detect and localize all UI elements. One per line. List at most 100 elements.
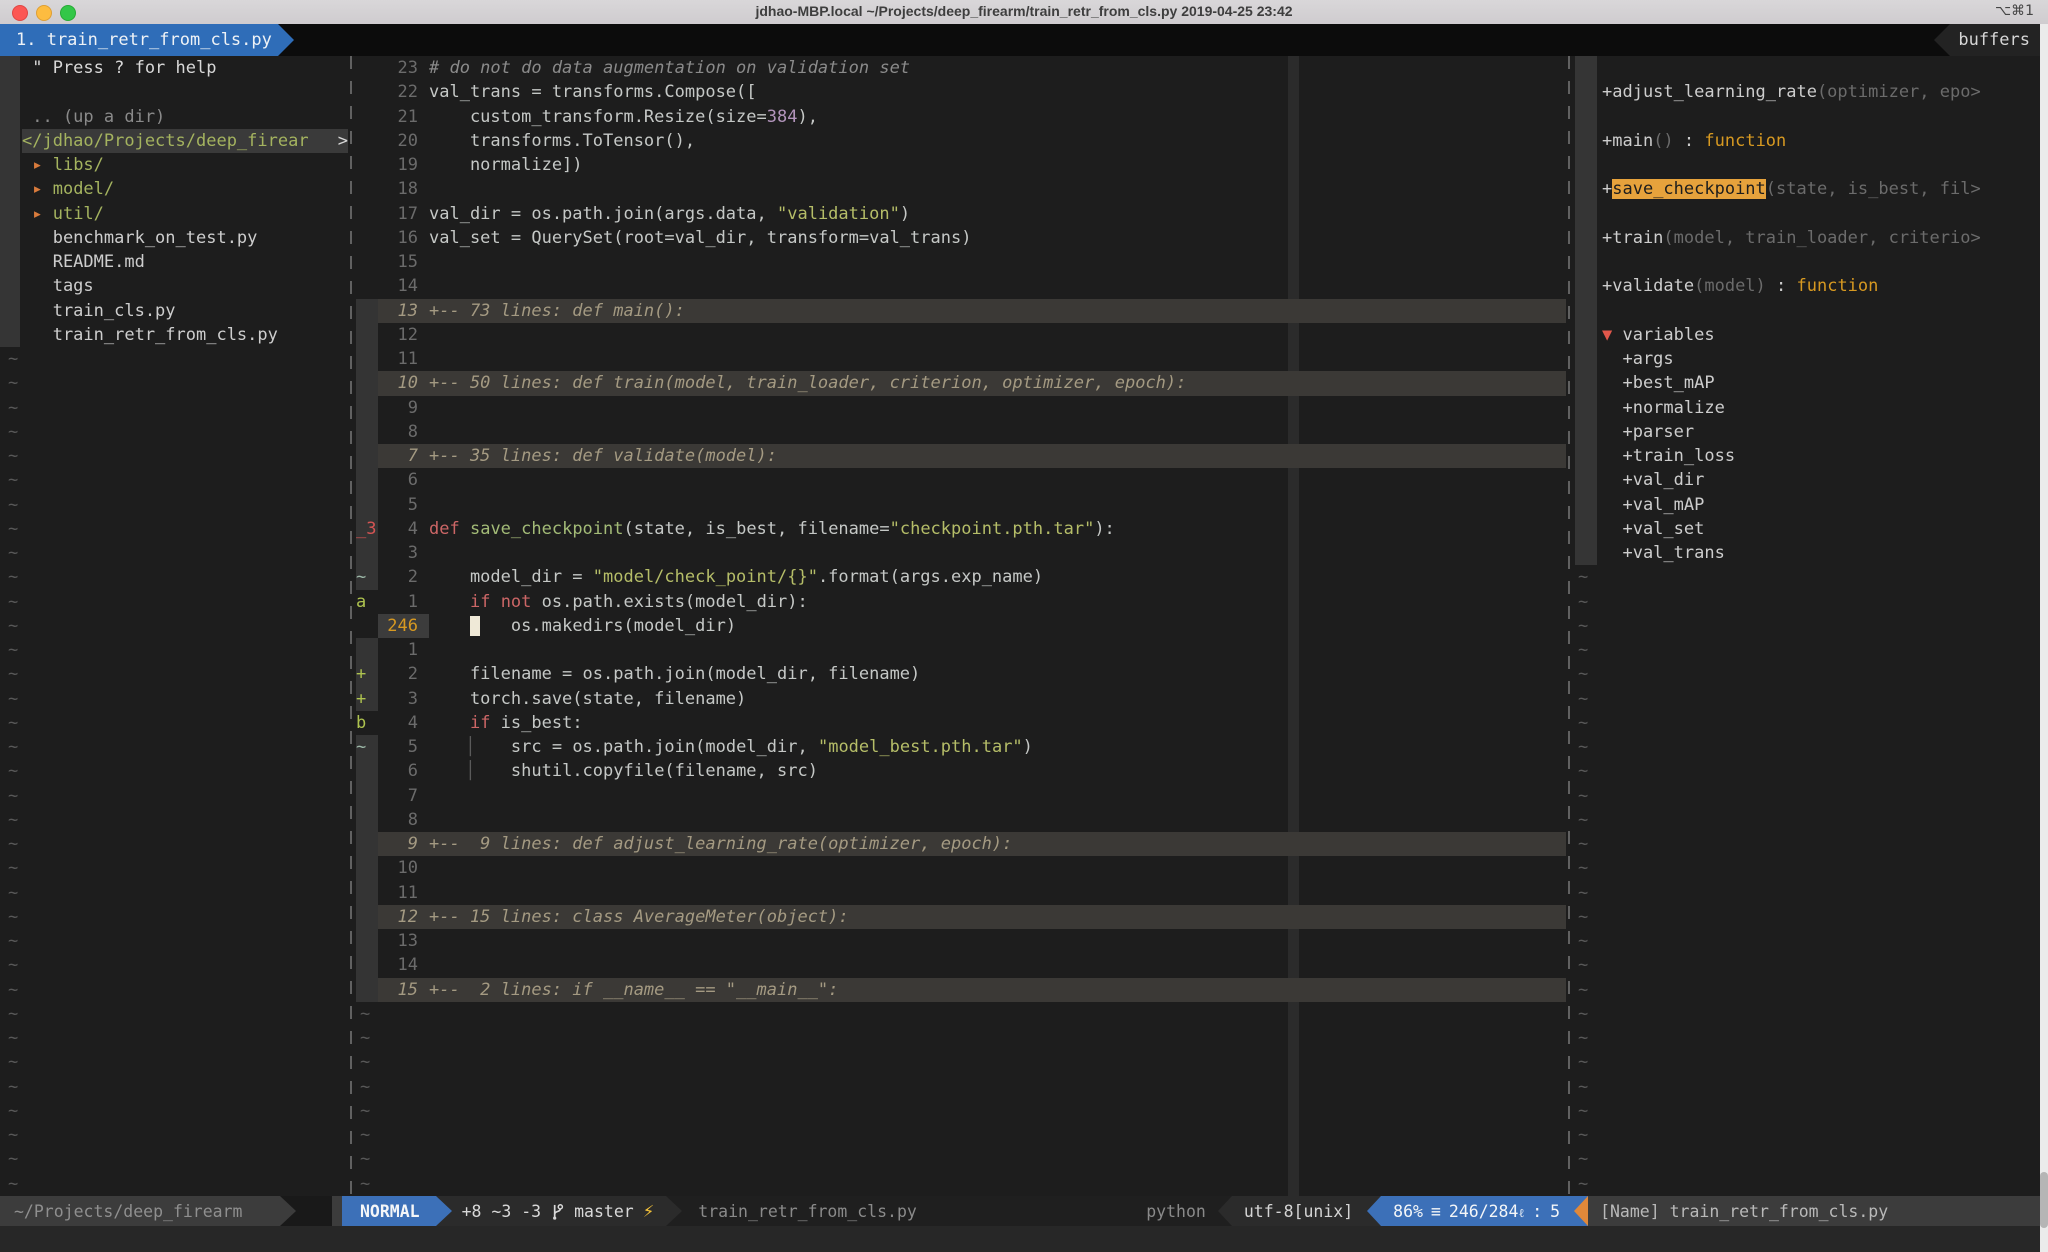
tree-item[interactable]: " Press ? for help bbox=[22, 56, 350, 80]
empty-line-tilde: ~ bbox=[22, 444, 350, 468]
code-line[interactable]: 3 bbox=[356, 541, 1566, 565]
tree-item[interactable]: train_retr_from_cls.py bbox=[22, 323, 350, 347]
truncation-marker: > bbox=[338, 129, 348, 153]
tagbar-item[interactable]: +adjust_learning_rate(optimizer, epo> bbox=[1602, 80, 2040, 104]
empty-line-tilde: ~ bbox=[22, 371, 350, 395]
code-line[interactable]: _34def save_checkpoint(state, is_best, f… bbox=[356, 517, 1566, 541]
empty-line-tilde: ~ bbox=[1578, 590, 2040, 614]
code-line[interactable]: 6 ▏ shutil.copyfile(filename, src) bbox=[356, 759, 1566, 783]
code-line[interactable]: 14 bbox=[356, 953, 1566, 977]
code-line[interactable]: 14 bbox=[356, 274, 1566, 298]
empty-line-tilde: ~ bbox=[22, 1026, 350, 1050]
tagbar-item[interactable]: ▼ variables bbox=[1602, 323, 2040, 347]
scrollbar-track[interactable] bbox=[2040, 24, 2048, 1252]
window-separator-left[interactable] bbox=[350, 56, 352, 1196]
tagbar-item[interactable]: +val_trans bbox=[1602, 541, 2040, 565]
folded-code-line[interactable]: 10+-- 50 lines: def train(model, train_l… bbox=[356, 371, 1566, 395]
code-line[interactable]: +2 filename = os.path.join(model_dir, fi… bbox=[356, 662, 1566, 686]
folded-code-line[interactable]: 9+-- 9 lines: def adjust_learning_rate(o… bbox=[356, 832, 1566, 856]
code-line[interactable]: 11 bbox=[356, 347, 1566, 371]
folded-code-line[interactable]: 7+-- 35 lines: def validate(model): bbox=[356, 444, 1566, 468]
line-number-icon: ℓ bbox=[1518, 1206, 1524, 1220]
code-line[interactable]: 19 normalize]) bbox=[356, 153, 1566, 177]
code-line[interactable]: 5 bbox=[356, 493, 1566, 517]
code-line[interactable]: +3 torch.save(state, filename) bbox=[356, 687, 1566, 711]
scrollbar-thumb[interactable] bbox=[2040, 1172, 2048, 1228]
tagbar-item[interactable]: +save_checkpoint(state, is_best, fil> bbox=[1602, 177, 2040, 201]
code-line[interactable]: 18 bbox=[356, 177, 1566, 201]
empty-line-tilde: ~ bbox=[356, 1075, 1566, 1099]
tagbar-item[interactable]: +train_loss bbox=[1602, 444, 2040, 468]
tagbar-item[interactable]: +train(model, train_loader, criterio> bbox=[1602, 226, 2040, 250]
empty-line-tilde: ~ bbox=[1578, 832, 2040, 856]
tagbar-item[interactable]: +val_set bbox=[1602, 517, 2040, 541]
tagbar-item[interactable]: +normalize bbox=[1602, 396, 2040, 420]
folded-code-line[interactable]: 12+-- 15 lines: class AverageMeter(objec… bbox=[356, 905, 1566, 929]
code-line[interactable]: 22val_trans = transforms.Compose([ bbox=[356, 80, 1566, 104]
line-number: 8 bbox=[378, 808, 418, 832]
tagbar-item[interactable]: +validate(model) : function bbox=[1602, 274, 2040, 298]
empty-line-tilde: ~ bbox=[22, 905, 350, 929]
line-number: 1 bbox=[378, 638, 418, 662]
code-line[interactable]: 11 bbox=[356, 881, 1566, 905]
code-line[interactable]: 6 bbox=[356, 468, 1566, 492]
line-number: 22 bbox=[378, 80, 418, 104]
code-text: ▏ src = os.path.join(model_dir, "model_b… bbox=[429, 735, 1566, 759]
code-line[interactable]: 15 bbox=[356, 250, 1566, 274]
code-line[interactable]: b4 if is_best: bbox=[356, 711, 1566, 735]
encoding-indicator: utf-8[unix] bbox=[1232, 1196, 1367, 1226]
tree-item[interactable]: ▸ util/ bbox=[22, 202, 350, 226]
code-line[interactable]: 21 custom_transform.Resize(size=384), bbox=[356, 105, 1566, 129]
git-hunk-counts: +8 ~3 -3 bbox=[462, 1202, 541, 1221]
code-text: val_set = QuerySet(root=val_dir, transfo… bbox=[429, 226, 1566, 250]
code-line[interactable]: 16val_set = QuerySet(root=val_dir, trans… bbox=[356, 226, 1566, 250]
sign-column-cell bbox=[356, 832, 378, 856]
tagbar-item[interactable]: +args bbox=[1602, 347, 2040, 371]
code-line[interactable]: 13 bbox=[356, 929, 1566, 953]
empty-line-tilde: ~ bbox=[22, 711, 350, 735]
code-line[interactable]: 9 bbox=[356, 396, 1566, 420]
sign-column-cell bbox=[356, 759, 378, 783]
code-window[interactable]: 23# do not do data augmentation on valid… bbox=[356, 56, 1566, 1196]
tree-item[interactable]: tags bbox=[22, 274, 350, 298]
folded-code-line[interactable]: 13+-- 73 lines: def main(): bbox=[356, 299, 1566, 323]
tree-root-item[interactable]: </jdhao/Projects/deep_firear> bbox=[22, 129, 348, 153]
line-number: 7 bbox=[378, 784, 418, 808]
code-line[interactable]: 12 bbox=[356, 323, 1566, 347]
window-separator-right[interactable] bbox=[1568, 56, 1570, 1196]
tree-item[interactable]: train_cls.py bbox=[22, 299, 350, 323]
tagbar-sidebar[interactable]: +adjust_learning_rate(optimizer, epo> +ma… bbox=[1572, 56, 2040, 1196]
sign-column-cell bbox=[356, 444, 378, 468]
code-line[interactable]: 17val_dir = os.path.join(args.data, "val… bbox=[356, 202, 1566, 226]
cursor-code-line[interactable]: 246 os.makedirs(model_dir) bbox=[356, 614, 1566, 638]
empty-line-tilde: ~ bbox=[356, 1147, 1566, 1171]
code-line[interactable]: ~2 model_dir = "model/check_point/{}".fo… bbox=[356, 565, 1566, 589]
code-line[interactable]: a1 if not os.path.exists(model_dir): bbox=[356, 590, 1566, 614]
tagbar-item[interactable]: +val_dir bbox=[1602, 468, 2040, 492]
empty-line-tilde: ~ bbox=[22, 1002, 350, 1026]
tagbar-item[interactable]: +parser bbox=[1602, 420, 2040, 444]
tree-item[interactable]: benchmark_on_test.py bbox=[22, 226, 350, 250]
code-line[interactable]: 7 bbox=[356, 784, 1566, 808]
code-line[interactable]: 8 bbox=[356, 808, 1566, 832]
command-line[interactable] bbox=[0, 1226, 2048, 1252]
code-line[interactable]: 10 bbox=[356, 856, 1566, 880]
folded-code-line[interactable]: 15+-- 2 lines: if __name__ == "__main__"… bbox=[356, 978, 1566, 1002]
code-line[interactable]: 20 transforms.ToTensor(), bbox=[356, 129, 1566, 153]
tagbar-item[interactable]: +val_mAP bbox=[1602, 493, 2040, 517]
tree-item[interactable] bbox=[22, 80, 350, 104]
tagbar-item[interactable]: +main() : function bbox=[1602, 129, 2040, 153]
tagbar-item[interactable]: +best_mAP bbox=[1602, 371, 2040, 395]
tree-item[interactable]: .. (up a dir) bbox=[22, 105, 350, 129]
code-line[interactable]: 8 bbox=[356, 420, 1566, 444]
empty-line-tilde: ~ bbox=[1578, 978, 2040, 1002]
tree-item[interactable]: README.md bbox=[22, 250, 350, 274]
sign-column-cell bbox=[356, 347, 378, 371]
code-line[interactable]: 1 bbox=[356, 638, 1566, 662]
code-line[interactable]: 23# do not do data augmentation on valid… bbox=[356, 56, 1566, 80]
tree-item[interactable]: ▸ libs/ bbox=[22, 153, 350, 177]
tab-train-retr-from-cls[interactable]: 1. train_retr_from_cls.py bbox=[0, 24, 278, 56]
code-line[interactable]: ~5 ▏ src = os.path.join(model_dir, "mode… bbox=[356, 735, 1566, 759]
tree-item[interactable]: ▸ model/ bbox=[22, 177, 350, 201]
nerdtree-sidebar[interactable]: " Press ? for help .. (up a dir)</jdhao/… bbox=[0, 56, 350, 1196]
